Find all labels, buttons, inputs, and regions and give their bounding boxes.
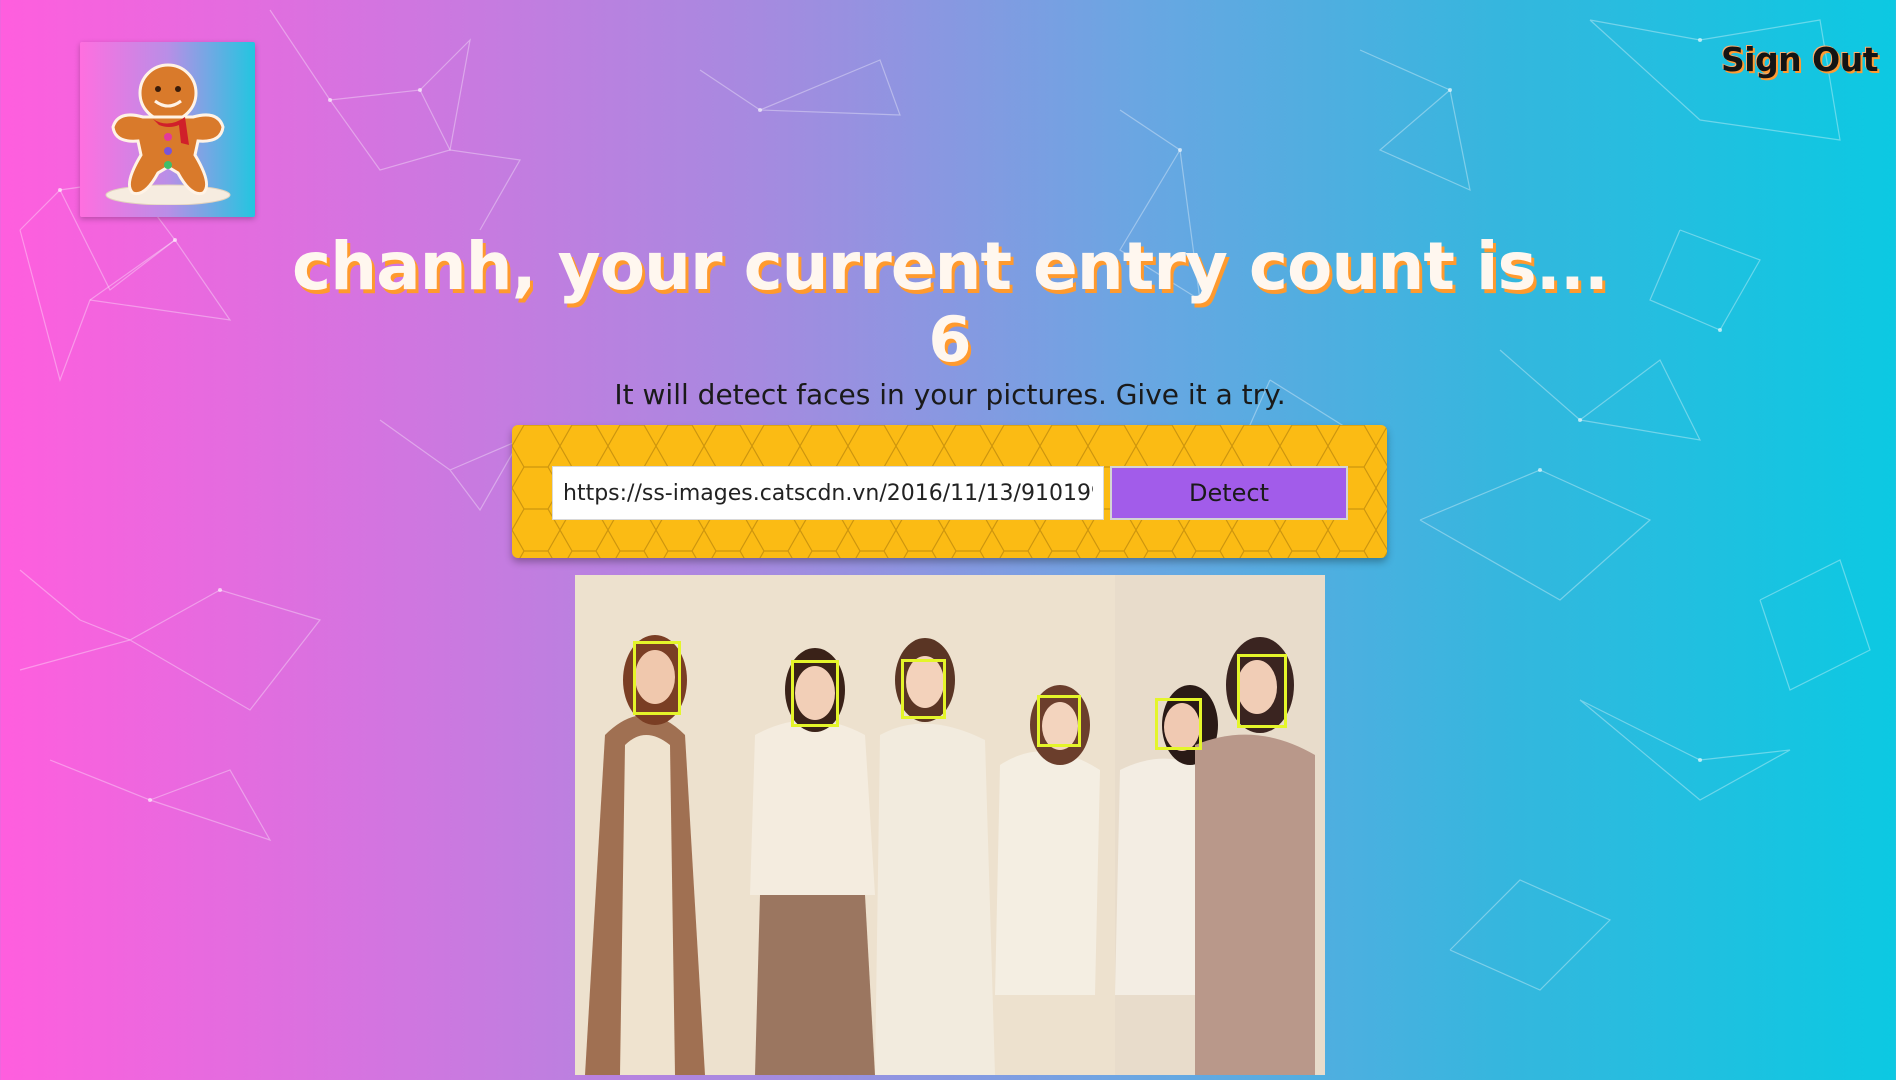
logo[interactable] bbox=[80, 42, 255, 217]
gingerbread-man-icon bbox=[105, 63, 230, 205]
entry-count-value: 6 bbox=[928, 303, 972, 376]
face-box bbox=[1155, 698, 1202, 750]
face-box bbox=[1037, 695, 1081, 747]
detect-button[interactable]: Detect bbox=[1110, 466, 1348, 520]
instruction-text: It will detect faces in your pictures. G… bbox=[614, 378, 1286, 411]
face-box bbox=[1237, 654, 1287, 728]
face-box bbox=[791, 660, 839, 727]
sign-out-link[interactable]: Sign Out bbox=[1721, 40, 1879, 79]
entry-count-headline: chanh, your current entry count is... bbox=[292, 228, 1609, 305]
face-box bbox=[901, 659, 946, 719]
image-url-form: Detect bbox=[512, 425, 1387, 558]
image-url-input[interactable] bbox=[552, 466, 1104, 520]
face-box bbox=[633, 641, 681, 715]
group-photo bbox=[575, 575, 1325, 1075]
result-image bbox=[575, 575, 1325, 1075]
